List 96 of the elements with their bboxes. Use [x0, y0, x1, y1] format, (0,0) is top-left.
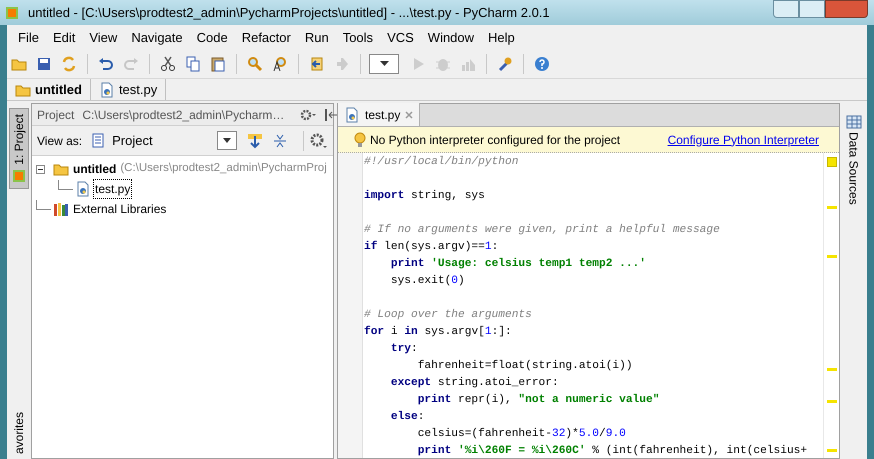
code-token: try	[390, 343, 411, 355]
configure-interpreter-link[interactable]: Configure Python Interpreter	[668, 130, 819, 148]
hide-panel-icon[interactable]	[324, 108, 338, 120]
breadcrumb-item[interactable]: test.py	[90, 79, 166, 100]
tool-window-tab[interactable]: avorites	[8, 406, 28, 459]
code-token: print	[390, 258, 424, 270]
tree-item[interactable]: untitled	[72, 160, 118, 178]
notification-text: No Python interpreter configured for the project	[370, 132, 620, 148]
tool-window-tab[interactable]: 1: Project	[8, 108, 28, 189]
code-token: i	[390, 326, 399, 338]
code-token: len(sys.argv)==	[383, 241, 485, 253]
project-view-icon	[92, 132, 106, 148]
warning-marker[interactable]	[826, 400, 836, 404]
menu-item[interactable]: Help	[488, 28, 515, 47]
code-token: 1	[484, 326, 492, 338]
warning-marker[interactable]	[826, 448, 836, 452]
close-icon[interactable]	[405, 110, 414, 118]
warning-marker[interactable]	[826, 254, 836, 258]
code-token: :	[418, 411, 424, 423]
code-token: sys.argv[	[423, 326, 485, 338]
menu-item[interactable]: Code	[196, 28, 228, 47]
caret-down-icon	[380, 61, 388, 66]
minimize-button[interactable]	[773, 0, 799, 18]
code-token: :]:	[492, 326, 512, 338]
library-books-icon	[53, 201, 69, 217]
code-token: in	[404, 326, 418, 338]
code-token: 9.0	[606, 428, 626, 440]
python-file-icon	[344, 106, 360, 122]
tool-window-tab[interactable]: Data Sources	[844, 111, 862, 207]
view-as-label: View as:	[37, 132, 82, 150]
tree-item[interactable]: External Libraries	[72, 200, 168, 218]
collapse-all-icon[interactable]	[273, 134, 287, 148]
code-token: repr(i),	[456, 394, 513, 406]
menu-item[interactable]: VCS	[387, 28, 414, 47]
menu-item[interactable]: Run	[304, 28, 329, 47]
window-title: untitled - [C:\Users\prodtest2_admin\PycharmProjects\untitled] - ...\test.py - PyCharm 2.0.1	[28, 4, 550, 22]
app-logo-icon	[12, 168, 26, 183]
gear-icon[interactable]	[300, 108, 316, 120]
code-token: '%i\260F = %i\260C'	[456, 445, 586, 457]
code-token: 5.0	[578, 428, 600, 440]
code-token: fahrenheit=float(string.atoi(i))	[416, 360, 633, 372]
code-token: print	[416, 394, 452, 406]
status-indicator	[826, 157, 836, 167]
gear-icon[interactable]	[310, 132, 328, 148]
python-file-icon	[75, 181, 91, 197]
menu-item[interactable]: Edit	[52, 28, 76, 47]
menu-item[interactable]: Refactor	[242, 28, 291, 47]
panel-title: Project	[37, 106, 74, 124]
code-token: :	[492, 241, 498, 253]
code-token: string, sys	[410, 190, 485, 202]
menu-item[interactable]: Window	[428, 28, 474, 47]
code-token: )	[458, 275, 465, 287]
code-token: 'Usage: celsius temp1 temp2 ...'	[430, 258, 646, 270]
maximize-button[interactable]	[799, 0, 825, 18]
database-table-icon	[846, 113, 862, 129]
menu-item[interactable]: Navigate	[131, 28, 183, 47]
run-config-dropdown[interactable]	[369, 54, 399, 74]
code-token: celsius=(fahrenheit-	[416, 428, 552, 440]
code-token: /	[599, 428, 606, 440]
caret-down-icon	[223, 138, 231, 143]
collapse-toggle-icon[interactable]	[36, 164, 45, 174]
code-token: 32	[552, 428, 566, 440]
menu-item[interactable]: Tools	[342, 28, 374, 47]
code-token: :	[411, 343, 418, 355]
code-token: else	[390, 411, 418, 423]
code-token: #!/usr/local/bin/python	[364, 156, 518, 168]
code-token: except	[390, 377, 432, 389]
python-file-icon	[98, 82, 115, 98]
code-token: % (int(fahrenheit), int(celsius+	[591, 445, 808, 457]
view-as-value: Project	[112, 132, 153, 150]
code-token: # If no arguments were given, print a helpful message	[364, 224, 720, 236]
menu-item[interactable]: View	[89, 28, 118, 47]
code-token: 1	[484, 241, 492, 253]
code-token: "not a numeric value"	[518, 394, 660, 406]
code-token: for	[364, 326, 384, 338]
lightbulb-icon	[354, 132, 366, 148]
warning-marker[interactable]	[826, 206, 836, 210]
menu-item[interactable]: File	[18, 28, 39, 47]
project-path: C:\Users\prodtest2_admin\Pycharm…	[82, 106, 284, 124]
scroll-to-source-icon[interactable]	[247, 132, 263, 148]
code-token: if	[364, 241, 378, 253]
code-token: )*	[565, 428, 579, 440]
breadcrumb-item[interactable]: untitled	[7, 79, 91, 100]
app-logo-icon	[4, 4, 20, 20]
code-token: string.atoi_error:	[436, 377, 559, 389]
code-token: print	[416, 445, 452, 457]
view-dropdown[interactable]	[217, 131, 237, 150]
warning-marker[interactable]	[826, 368, 836, 371]
editor-tab[interactable]: test.py	[338, 103, 420, 126]
code-token: sys.exit(	[390, 275, 452, 287]
code-token: # Loop over the arguments	[364, 309, 532, 321]
tree-item[interactable]: test.py	[94, 180, 132, 198]
code-token: import	[364, 190, 404, 202]
code-token: 0	[451, 275, 458, 287]
close-button[interactable]	[825, 0, 868, 18]
tree-item-path: (C:\Users\prodtest2_admin\PycharmProj	[120, 161, 327, 176]
